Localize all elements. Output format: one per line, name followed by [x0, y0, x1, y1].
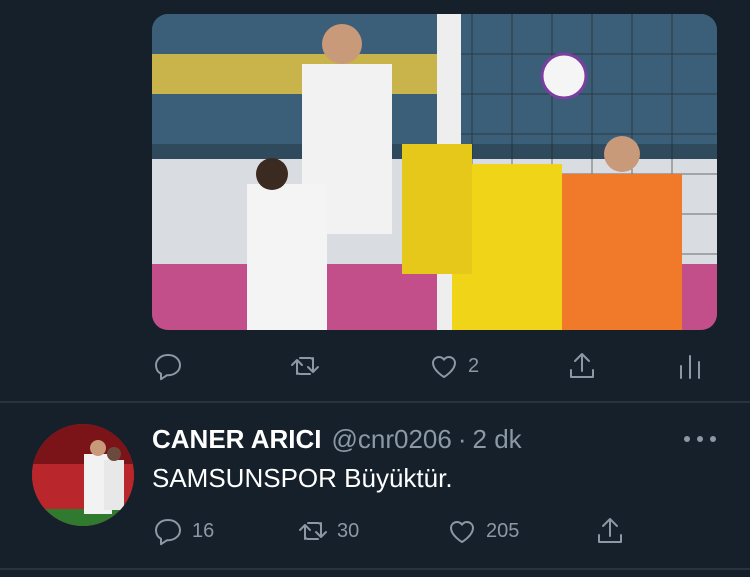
retweet-button[interactable]: 30	[297, 510, 359, 552]
tweet2-header: CANER ARICI @cnr0206 · 2 dk	[152, 424, 522, 458]
share-icon	[598, 518, 622, 543]
header-separator: ·	[457, 424, 467, 454]
author-handle[interactable]: @cnr0206	[331, 424, 451, 455]
tweet1-action-bar: 2	[152, 345, 717, 387]
retweet-icon	[299, 522, 327, 540]
retweet-button[interactable]	[289, 345, 329, 387]
tweet-timestamp[interactable]: 2 dk	[473, 424, 522, 455]
author-name[interactable]: CANER ARICI	[152, 424, 321, 455]
analytics-icon	[680, 355, 700, 379]
more-icon	[684, 436, 690, 442]
more-icon-dot	[697, 436, 703, 442]
like-count: 205	[486, 519, 520, 542]
reply-button[interactable]	[152, 345, 192, 387]
like-count: 2	[468, 354, 480, 377]
share-icon	[570, 353, 594, 378]
share-button[interactable]	[566, 345, 598, 387]
tweet-divider	[0, 401, 750, 403]
avatar[interactable]	[32, 424, 134, 526]
avatar-image	[32, 424, 134, 526]
reply-icon	[155, 354, 181, 381]
retweet-icon	[291, 357, 319, 375]
more-icon-dot	[710, 436, 716, 442]
reply-button[interactable]: 16	[152, 510, 214, 552]
retweet-count: 30	[337, 519, 360, 542]
tweet2-action-bar: 16 30 205	[152, 510, 717, 552]
analytics-button[interactable]	[674, 345, 706, 387]
tweet-media-photo[interactable]	[152, 14, 717, 330]
tweet-text: SAMSUNSPOR Büyüktür.	[152, 463, 453, 493]
like-icon	[432, 356, 456, 378]
share-button[interactable]	[594, 510, 626, 552]
reply-icon	[155, 519, 181, 546]
reply-count: 16	[192, 519, 215, 542]
more-options-button[interactable]	[684, 428, 716, 450]
football-photo-image	[152, 14, 717, 330]
like-button[interactable]: 2	[428, 345, 479, 387]
like-button[interactable]: 205	[446, 510, 519, 552]
tweet-divider	[0, 568, 750, 570]
like-icon	[450, 521, 474, 543]
